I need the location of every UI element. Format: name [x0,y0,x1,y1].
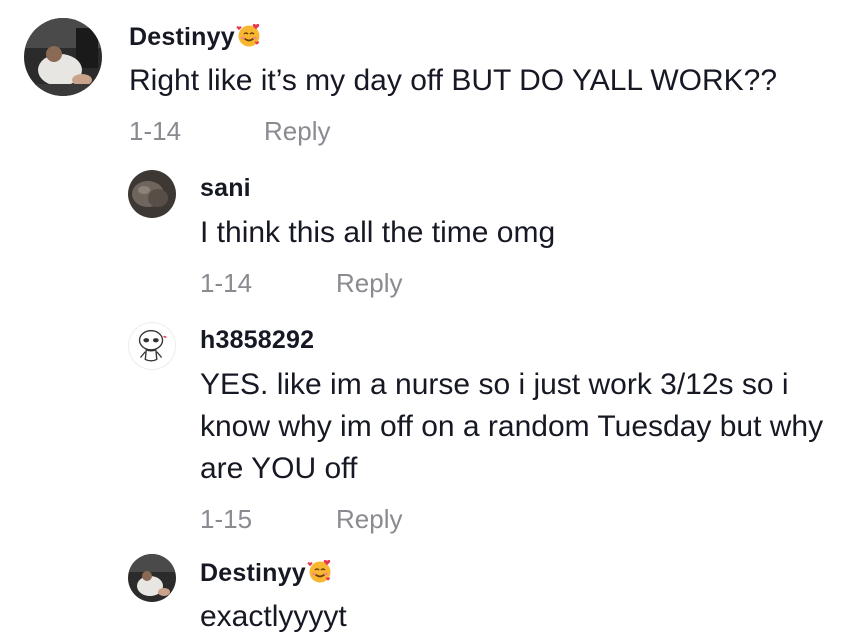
comment-text: I think this all the time omg [200,216,556,249]
avatar-photo-icon [24,18,102,96]
comment-date: 1-14 [129,116,182,146]
comment-text: exactlyyyyt [200,600,347,633]
comment-text: Right like it’s my day off BUT DO YALL W… [129,64,778,97]
alien-avatar-icon [129,323,175,369]
reply-button[interactable]: Reply [336,504,402,535]
avatar[interactable] [128,554,176,602]
comment-username[interactable]: h3858292 [200,326,314,355]
avatar-photo-icon [128,170,176,218]
comment-date: 1-14 [200,268,253,298]
smiling-face-with-hearts-icon [307,558,333,584]
avatar[interactable] [128,322,176,370]
comment-username[interactable]: Destinyy [200,558,333,588]
comment-date: 1-15 [200,504,253,534]
reply-button[interactable]: Reply [264,116,330,147]
reply-button[interactable]: Reply [336,268,402,299]
avatar[interactable] [128,170,176,218]
avatar-photo-icon [128,554,176,602]
smiling-face-with-hearts-icon [236,22,262,48]
comment-text: YES. like im a nurse so i just work 3/12… [200,368,824,485]
comment-username[interactable]: Destinyy [129,22,262,52]
comment-username[interactable]: sani [200,174,251,203]
avatar[interactable] [24,18,102,96]
